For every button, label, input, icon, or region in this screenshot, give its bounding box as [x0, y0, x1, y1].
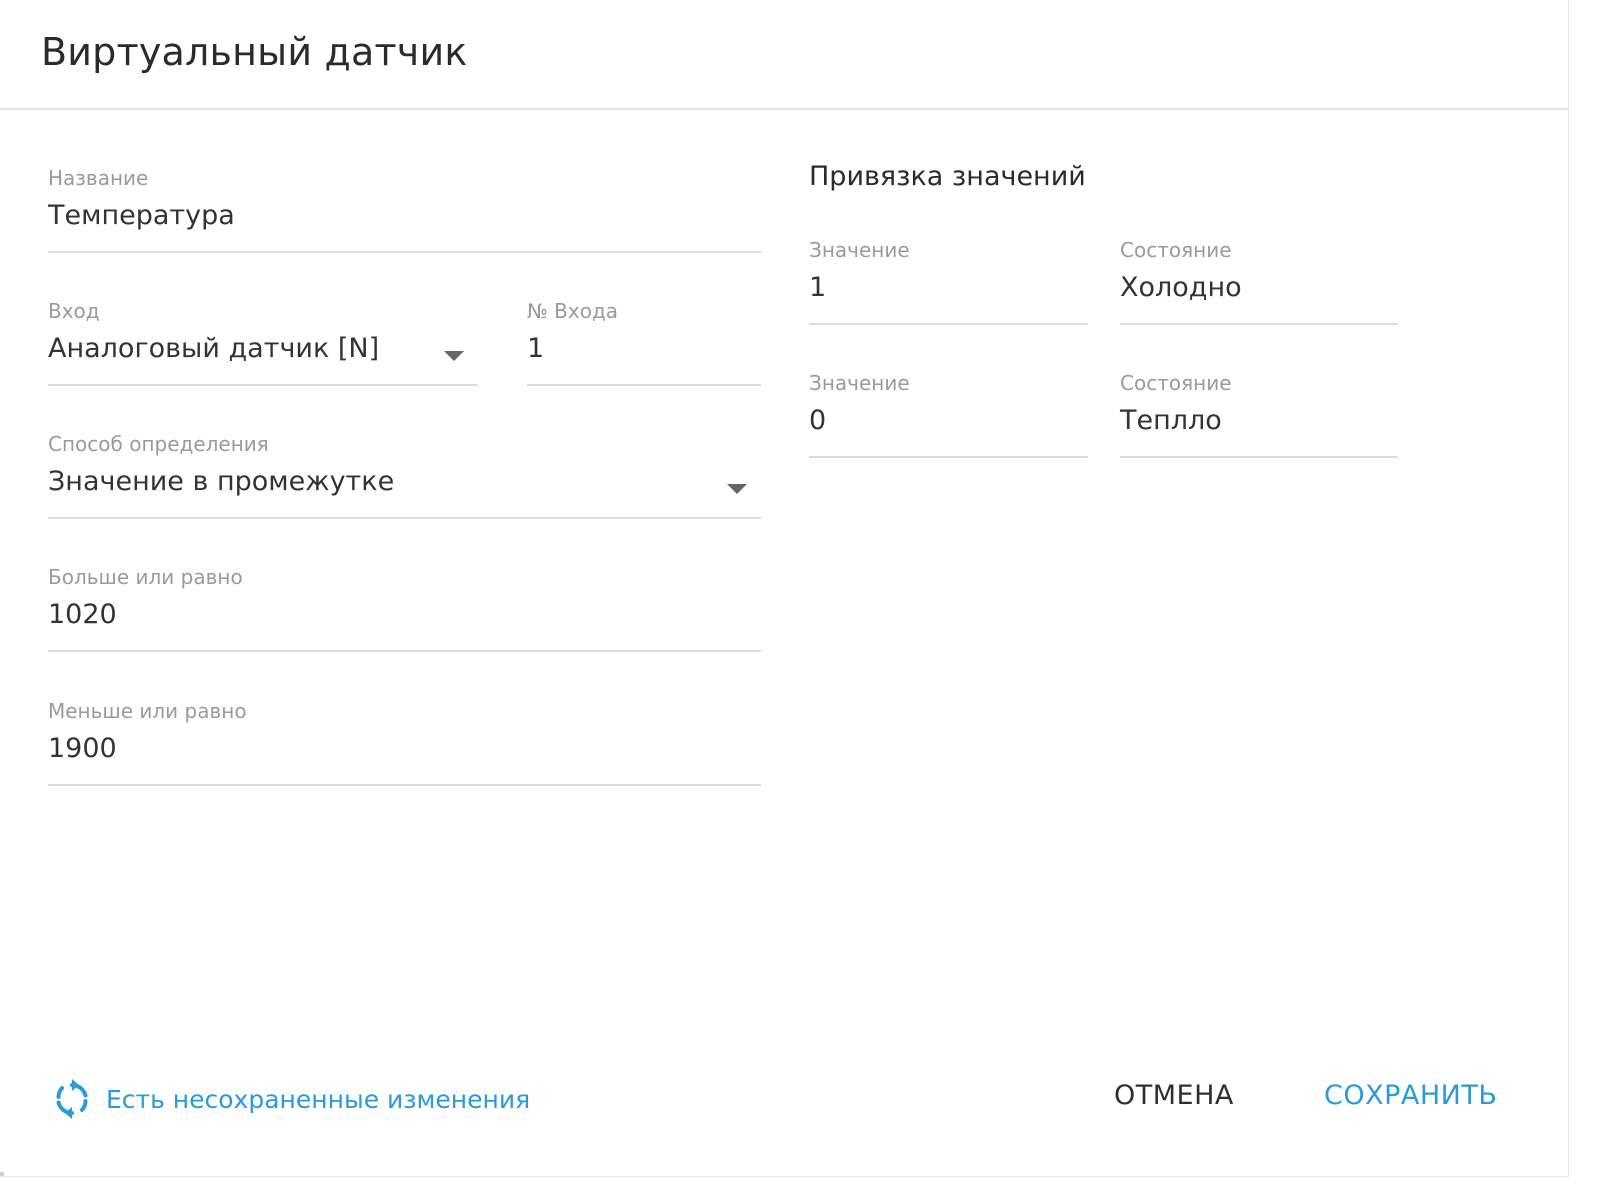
cancel-button[interactable]: ОТМЕНА [1114, 1080, 1234, 1111]
resize-corner [0, 1172, 4, 1176]
method-select[interactable]: Способ определения Значение в промежутке [48, 432, 761, 519]
binding-value-label: Значение [809, 238, 910, 262]
dialog-title: Виртуальный датчик [41, 30, 468, 74]
value-binding-title: Привязка значений [809, 161, 1086, 192]
input-select[interactable]: Вход Аналоговый датчик [N] [48, 299, 478, 386]
method-label: Способ определения [48, 432, 269, 456]
binding-state-label: Состояние [1120, 238, 1232, 262]
virtual-sensor-dialog: Виртуальный датчик Название Температура … [0, 0, 1569, 1177]
unsaved-changes-link[interactable]: Есть несохраненные изменения [52, 1076, 530, 1122]
binding-value-field[interactable]: Значение 0 [809, 371, 1088, 458]
lte-field[interactable]: Меньше или равно 1900 [48, 699, 761, 786]
binding-state-input[interactable]: Холодно [1120, 272, 1242, 303]
lte-input[interactable]: 1900 [48, 733, 117, 764]
binding-value-label: Значение [809, 371, 910, 395]
binding-state-input[interactable]: Теплло [1120, 405, 1222, 436]
binding-state-field[interactable]: Состояние Теплло [1120, 371, 1398, 458]
input-dropdown-arrow-icon[interactable] [444, 351, 464, 361]
input-value[interactable]: Аналоговый датчик [N] [48, 333, 379, 364]
input-number-input[interactable]: 1 [527, 333, 544, 364]
gte-input[interactable]: 1020 [48, 599, 117, 630]
binding-value-field[interactable]: Значение 1 [809, 238, 1088, 325]
input-number-label: № Входа [527, 299, 619, 323]
sync-icon [56, 1079, 88, 1119]
dialog-header: Виртуальный датчик [0, 0, 1568, 110]
method-dropdown-arrow-icon[interactable] [727, 484, 747, 494]
name-field[interactable]: Название Температура [48, 166, 761, 253]
unsaved-changes-text[interactable]: Есть несохраненные изменения [106, 1085, 530, 1114]
binding-state-label: Состояние [1120, 371, 1232, 395]
binding-state-field[interactable]: Состояние Холодно [1120, 238, 1398, 325]
input-number-field[interactable]: № Входа 1 [527, 299, 761, 386]
binding-value-input[interactable]: 1 [809, 272, 826, 303]
lte-label: Меньше или равно [48, 699, 247, 723]
save-button[interactable]: СОХРАНИТЬ [1324, 1080, 1497, 1111]
gte-label: Больше или равно [48, 565, 243, 589]
input-label: Вход [48, 299, 100, 323]
binding-value-input[interactable]: 0 [809, 405, 826, 436]
gte-field[interactable]: Больше или равно 1020 [48, 565, 761, 652]
name-label: Название [48, 166, 149, 190]
name-input[interactable]: Температура [48, 200, 235, 231]
method-value[interactable]: Значение в промежутке [48, 466, 394, 497]
